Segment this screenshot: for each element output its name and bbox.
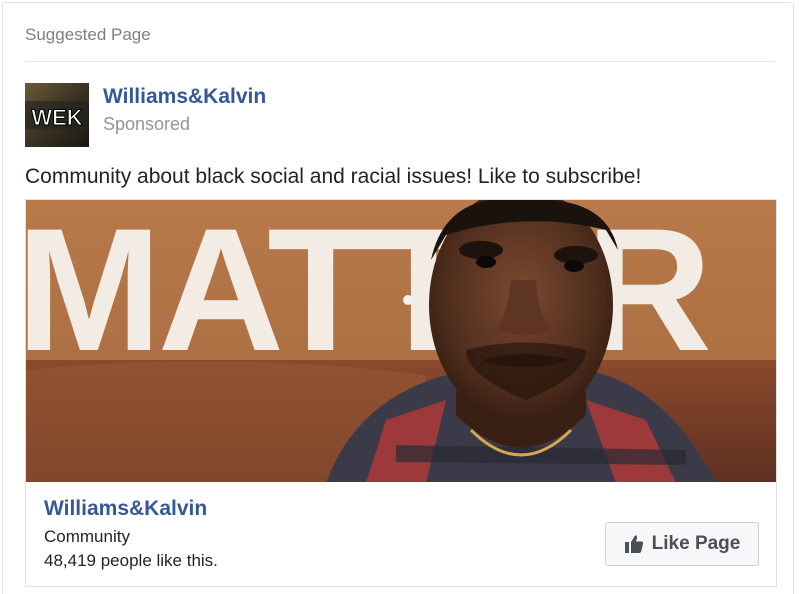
avatar-text: WEK [31, 105, 82, 130]
attachment-page-name-link[interactable]: Williams&Kalvin [44, 497, 207, 521]
suggested-page-card: Suggested Page WEK Williams&Kalvin Spons… [2, 2, 794, 594]
post-text: Community about black social and racial … [25, 165, 642, 188]
like-page-label: Like Page [651, 533, 741, 554]
avatar-logo-icon: WEK [25, 83, 89, 147]
page-avatar[interactable]: WEK [25, 83, 89, 147]
page-name-link[interactable]: Williams&Kalvin [103, 85, 266, 109]
sponsored-label[interactable]: Sponsored [103, 114, 190, 135]
attachment-category: Community [44, 527, 130, 546]
post-image[interactable]: MATTER [25, 199, 777, 482]
thumbs-up-icon [624, 535, 643, 553]
post-photo: MATTER [26, 200, 776, 482]
attachment-likes-count: 48,419 people like this. [44, 551, 218, 570]
divider [25, 61, 775, 62]
section-header: Suggested Page [25, 25, 151, 44]
attachment-box[interactable]: Williams&Kalvin Community 48,419 people … [25, 482, 777, 587]
like-page-button[interactable]: Like Page [605, 522, 759, 566]
